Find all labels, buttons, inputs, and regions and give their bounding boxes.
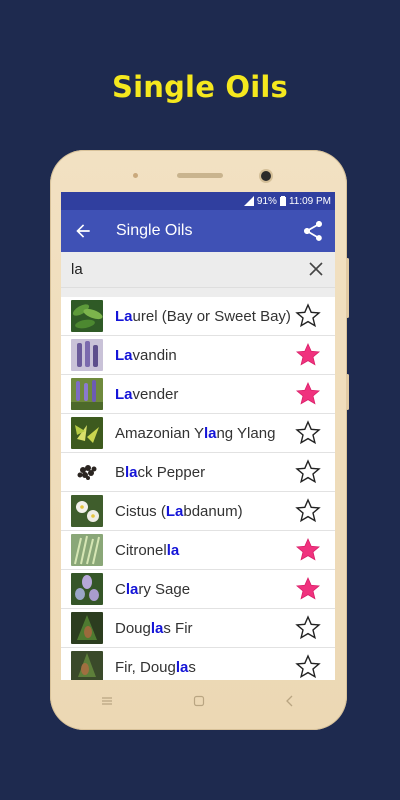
- oil-name: Amazonian Ylang Ylang: [115, 425, 276, 442]
- star-outline-icon[interactable]: [295, 615, 321, 641]
- promo-title: Single Oils: [112, 70, 288, 104]
- system-nav-bar: [61, 686, 335, 716]
- phone-sensor: [133, 173, 138, 178]
- oil-name: Citronella: [115, 542, 180, 559]
- star-filled-icon[interactable]: [295, 381, 321, 407]
- phone-side-button: [346, 374, 349, 410]
- search-input[interactable]: [71, 258, 291, 280]
- list-item[interactable]: Lavandin: [61, 336, 335, 375]
- oil-thumbnail: [71, 612, 103, 644]
- oil-name: Clary Sage: [115, 581, 191, 598]
- star-outline-icon[interactable]: [295, 420, 321, 446]
- phone-camera: [261, 171, 271, 181]
- oil-thumbnail: [71, 651, 103, 680]
- list-item[interactable]: Lavender: [61, 375, 335, 414]
- close-icon[interactable]: [309, 262, 323, 276]
- oil-name: Fir, Douglas: [115, 659, 196, 676]
- signal-icon: [243, 196, 254, 206]
- menu-icon[interactable]: [101, 696, 113, 706]
- oil-thumbnail: [71, 495, 103, 527]
- list-item[interactable]: Clary Sage: [61, 570, 335, 609]
- star-filled-icon[interactable]: [295, 576, 321, 602]
- star-outline-icon[interactable]: [295, 498, 321, 524]
- star-filled-icon[interactable]: [295, 537, 321, 563]
- status-bar: 91% 11:09 PM: [61, 192, 335, 210]
- star-outline-icon[interactable]: [295, 303, 321, 329]
- battery-icon: [279, 196, 286, 206]
- oil-list: Laurel (Bay or Sweet Bay) Lavandin Lavende…: [61, 297, 335, 680]
- arrow-back-icon[interactable]: [73, 221, 93, 241]
- oil-name: Douglas Fir: [115, 620, 193, 637]
- list-item[interactable]: Cistus (Labdanum): [61, 492, 335, 531]
- list-item[interactable]: Fir, Douglas: [61, 648, 335, 680]
- oil-thumbnail: [71, 534, 103, 566]
- status-time: 11:09 PM: [288, 195, 331, 207]
- list-item[interactable]: Citronella: [61, 531, 335, 570]
- oil-thumbnail: [71, 573, 103, 605]
- screen: 91% 11:09 PM Single Oils Laurel (Bay or …: [61, 192, 335, 680]
- back-nav-icon[interactable]: [285, 695, 295, 707]
- search-bar: [61, 252, 335, 288]
- oil-thumbnail: [71, 339, 103, 371]
- app-bar: Single Oils: [61, 210, 335, 252]
- oil-thumbnail: [71, 456, 103, 488]
- phone-side-button: [346, 258, 349, 318]
- star-outline-icon[interactable]: [295, 459, 321, 485]
- oil-thumbnail: [71, 300, 103, 332]
- oil-name: Lavandin: [115, 347, 177, 364]
- oil-name: Black Pepper: [115, 464, 206, 481]
- star-filled-icon[interactable]: [295, 342, 321, 368]
- share-icon[interactable]: [301, 219, 325, 243]
- oil-thumbnail: [71, 417, 103, 449]
- battery-percent: 91%: [256, 195, 277, 207]
- list-item[interactable]: Laurel (Bay or Sweet Bay): [61, 297, 335, 336]
- oil-name: Cistus (Labdanum): [115, 503, 243, 520]
- list-item[interactable]: Douglas Fir: [61, 609, 335, 648]
- oil-name: Laurel (Bay or Sweet Bay): [115, 308, 291, 325]
- oil-name: Lavender: [115, 386, 179, 403]
- star-outline-icon[interactable]: [295, 654, 321, 680]
- page-title: Single Oils: [116, 222, 193, 239]
- list-item[interactable]: Amazonian Ylang Ylang: [61, 414, 335, 453]
- phone-speaker: [177, 173, 223, 178]
- oil-thumbnail: [71, 378, 103, 410]
- home-icon[interactable]: [193, 695, 205, 707]
- list-item[interactable]: Black Pepper: [61, 453, 335, 492]
